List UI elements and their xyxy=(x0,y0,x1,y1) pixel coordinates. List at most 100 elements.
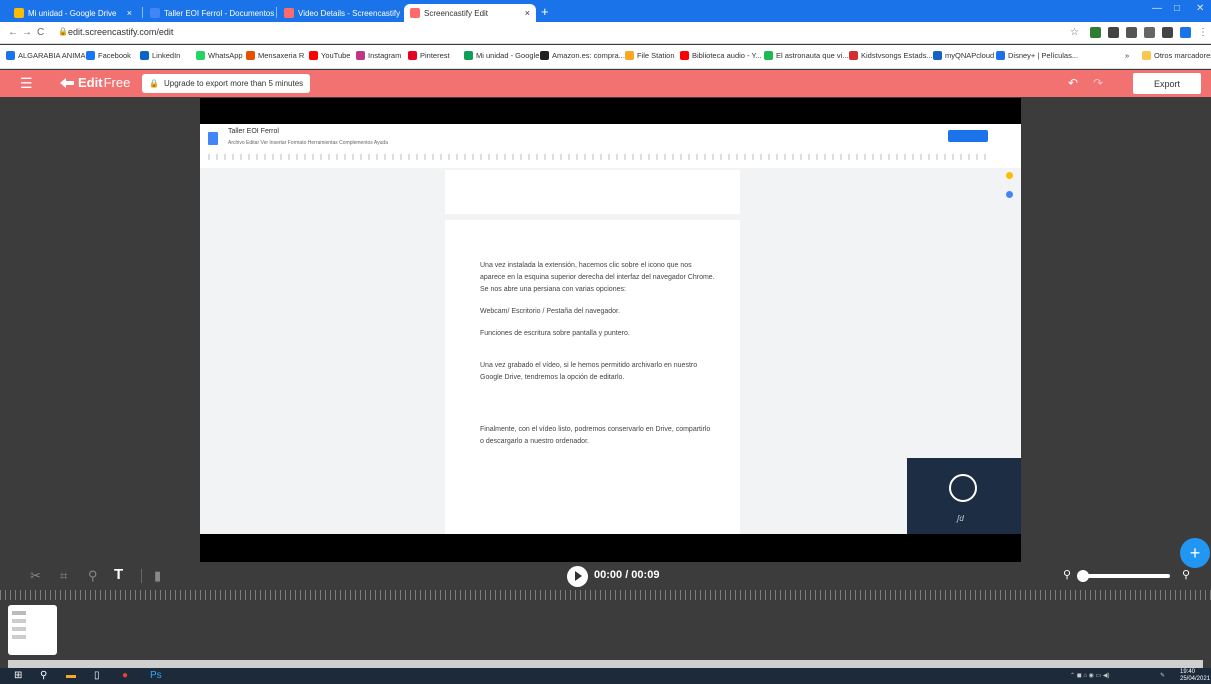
docs-toolbar: Taller EOI Ferrol Archivo Editar Ver Ins… xyxy=(200,124,1021,168)
notes-icon[interactable]: ▯ xyxy=(94,670,100,681)
tab-google-docs[interactable]: Taller EOI Ferrol - Documentos d × xyxy=(144,4,274,22)
close-window-icon[interactable]: ✕ xyxy=(1196,3,1204,14)
maximize-icon[interactable]: □ xyxy=(1174,3,1180,14)
editfree-logo: Edit Free xyxy=(60,75,130,90)
system-tray-icons[interactable]: ⌃ ◼ ⌂ ◉ ▭ ◀) xyxy=(1070,672,1109,679)
play-button[interactable] xyxy=(567,566,588,587)
disney-icon xyxy=(996,51,1005,60)
zoom-slider-knob[interactable] xyxy=(1076,570,1089,582)
cut-icon[interactable]: ✂ xyxy=(30,568,41,584)
bookmark[interactable]: LinkedIn xyxy=(140,51,180,60)
docs-icon xyxy=(208,132,218,145)
docs-formatting-toolbar xyxy=(208,154,988,160)
bookmark[interactable]: WhatsApp xyxy=(196,51,243,60)
doc-page: Una vez instalada la extensión, hacemos … xyxy=(445,220,740,534)
timeline-ruler[interactable] xyxy=(0,590,1211,600)
bookmark[interactable]: Mensaxeria R xyxy=(246,51,304,60)
star-icon[interactable]: ☆ xyxy=(1070,27,1079,38)
profile-icon[interactable] xyxy=(1180,27,1191,38)
folder-icon xyxy=(1142,51,1151,60)
windows-start-icon[interactable]: ⊞ xyxy=(14,670,22,681)
export-button[interactable]: Export xyxy=(1133,73,1201,94)
search-icon[interactable]: ⚲ xyxy=(40,670,47,681)
tab-video-details[interactable]: Video Details - Screencastify × xyxy=(278,4,403,22)
upgrade-button[interactable]: 🔒 Upgrade to export more than 5 minutes xyxy=(142,74,311,93)
doc-menus: Archivo Editar Ver Insertar Formato Herr… xyxy=(228,140,388,146)
linkedin-icon xyxy=(140,51,149,60)
bookmark[interactable]: Amazon.es: compra... xyxy=(540,51,625,60)
bookmark[interactable]: YouTube xyxy=(309,51,350,60)
lock-icon: 🔒 xyxy=(149,79,159,88)
back-icon[interactable]: ← xyxy=(8,27,18,38)
bookmark[interactable]: Pinterest xyxy=(408,51,450,60)
chrome-icon[interactable]: ● xyxy=(122,670,128,681)
bookmark[interactable]: Mi unidad - Google... xyxy=(464,51,546,60)
puzzle-icon[interactable] xyxy=(1162,27,1173,38)
time-display: 00:00 / 00:09 xyxy=(594,569,660,581)
extension-icon[interactable] xyxy=(1108,27,1119,38)
zoom-icon[interactable]: ⚲ xyxy=(88,568,98,584)
zoom-out-icon[interactable]: ⚲ xyxy=(1063,568,1071,581)
more-bookmarks[interactable]: » xyxy=(1125,51,1129,60)
extension-icon[interactable] xyxy=(1126,27,1137,38)
undo-icon[interactable]: ↶ xyxy=(1068,76,1078,90)
timeline-scrollbar[interactable] xyxy=(8,660,1203,668)
youtube-icon xyxy=(680,51,689,60)
browser-tab-strip: Mi unidad - Google Drive × Taller EOI Fe… xyxy=(0,0,1211,22)
bookmark[interactable]: Disney+ | Películas... xyxy=(996,51,1078,60)
redo-icon[interactable]: ↷ xyxy=(1093,76,1103,90)
menu-icon[interactable]: ⋮ xyxy=(1198,27,1208,38)
share-button xyxy=(948,130,988,142)
google-drive-icon xyxy=(464,51,473,60)
pinterest-icon xyxy=(408,51,417,60)
crop-icon[interactable]: ⌗ xyxy=(60,568,67,584)
zoom-slider[interactable] xyxy=(1076,570,1170,582)
delete-icon[interactable]: ▮ xyxy=(154,568,161,584)
zoom-in-icon[interactable]: ⚲ xyxy=(1182,568,1190,581)
minimize-icon[interactable]: — xyxy=(1152,3,1162,14)
tab-google-drive[interactable]: Mi unidad - Google Drive × xyxy=(8,4,138,22)
doc-paragraph: Una vez instalada la extensión, hacemos … xyxy=(480,262,715,293)
extension-icon[interactable] xyxy=(1144,27,1155,38)
close-icon[interactable]: × xyxy=(400,8,403,18)
hamburger-menu-icon[interactable]: ☰ xyxy=(20,75,33,92)
bookmark[interactable]: ALGARABIA ANIMA... xyxy=(6,51,92,60)
bookmark[interactable]: myQNAPcloud xyxy=(933,51,994,60)
doc-paragraph: Funciones de escritura sobre pantalla y … xyxy=(480,330,630,337)
keep-icon xyxy=(1005,172,1013,179)
file-explorer-icon[interactable]: ▬ xyxy=(66,670,76,681)
forward-icon[interactable]: → xyxy=(22,27,32,38)
bookmark[interactable]: Facebook xyxy=(86,51,131,60)
taskbar-clock: 19:40 25/04/2021 xyxy=(1180,669,1211,682)
other-bookmarks[interactable]: Otros marcadores xyxy=(1142,51,1211,60)
bookmark[interactable]: Biblioteca audio - Y... xyxy=(680,51,762,60)
add-media-button[interactable]: + xyxy=(1180,538,1210,568)
video-clip-thumbnail[interactable] xyxy=(8,605,57,655)
video-preview[interactable]: Taller EOI Ferrol Archivo Editar Ver Ins… xyxy=(200,98,1021,562)
close-icon[interactable]: × xyxy=(521,8,530,18)
youtube-icon xyxy=(309,51,318,60)
extension-icon[interactable] xyxy=(1090,27,1101,38)
facebook-icon xyxy=(86,51,95,60)
reload-icon[interactable]: C xyxy=(37,27,44,38)
bookmark[interactable]: Instagram xyxy=(356,51,401,60)
screencastify-logo-icon xyxy=(60,77,74,88)
doc-paragraph: Finalmente, con el vídeo listo, podremos… xyxy=(480,426,711,445)
tab-screencastify-edit[interactable]: Screencastify Edit × xyxy=(404,4,536,22)
bookmark[interactable]: El astronauta que vi... xyxy=(764,51,849,60)
bookmark[interactable]: Kidstvsongs Estads... xyxy=(849,51,933,60)
bookmark-icon xyxy=(6,51,15,60)
spotify-icon xyxy=(764,51,773,60)
photoshop-icon[interactable]: Ps xyxy=(150,670,162,681)
bookmark[interactable]: File Station xyxy=(625,51,675,60)
screencastify-icon xyxy=(284,8,294,18)
doc-title: Taller EOI Ferrol xyxy=(228,128,279,135)
tab-title: Screencastify Edit xyxy=(424,8,489,18)
text-tool-icon[interactable]: T xyxy=(114,566,123,583)
close-icon[interactable]: × xyxy=(123,8,132,18)
new-tab-button[interactable]: + xyxy=(541,4,549,19)
doc-body: Una vez instalada la extensión, hacemos … xyxy=(480,260,715,458)
google-docs-icon xyxy=(150,8,160,18)
url-field[interactable]: edit.screencastify.com/edit xyxy=(68,27,173,37)
notification-icon[interactable]: ✎ xyxy=(1160,672,1165,679)
